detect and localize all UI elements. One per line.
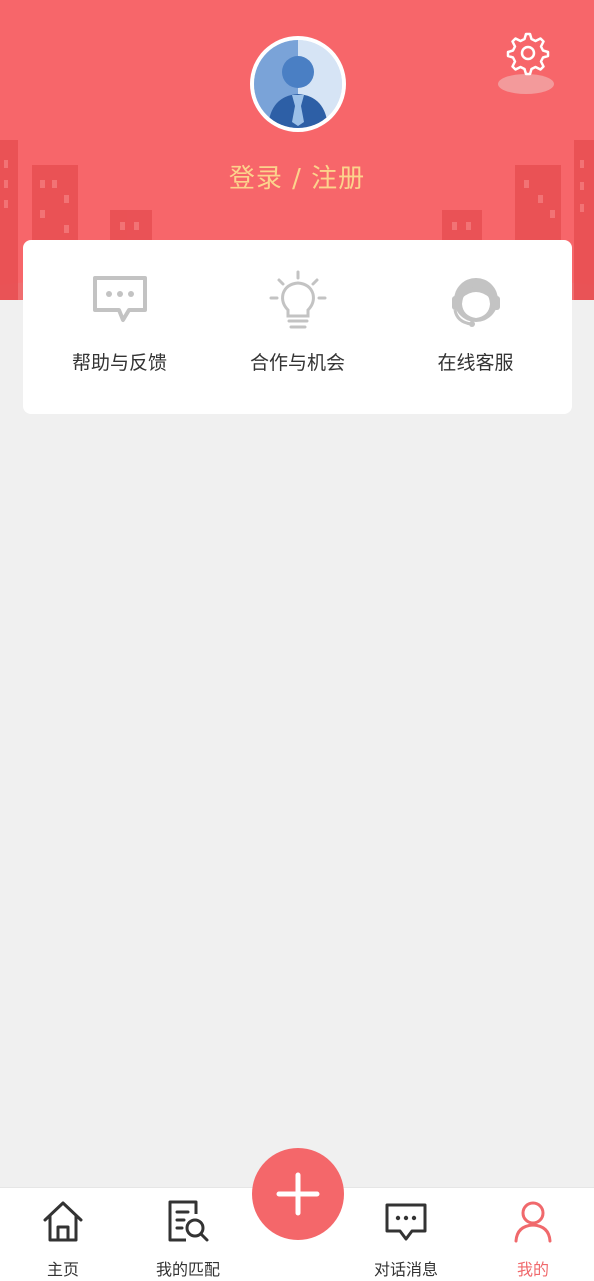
cooperation-item[interactable]: 合作与机会: [206, 240, 389, 414]
login-register-link[interactable]: 登录 / 注册: [0, 158, 594, 195]
tab-mine[interactable]: 我的: [478, 1188, 588, 1281]
cooperation-label: 合作与机会: [249, 352, 345, 374]
service-card: 帮助与反馈 合作与机会 在线客服: [23, 240, 572, 414]
avatar[interactable]: [250, 36, 346, 132]
headset-icon: [452, 278, 500, 327]
tab-messages-label: 对话消息: [373, 1260, 438, 1279]
settings-button[interactable]: [496, 28, 560, 96]
tab-home[interactable]: 主页: [8, 1188, 118, 1281]
user-avatar-icon: [254, 40, 342, 128]
tab-my-matches[interactable]: 我的匹配: [133, 1188, 243, 1281]
tab-my-matches-label: 我的匹配: [155, 1260, 220, 1279]
help-feedback-label: 帮助与反馈: [71, 352, 167, 374]
document-search-icon: [168, 1200, 209, 1242]
add-button[interactable]: [252, 1148, 344, 1240]
tab-messages[interactable]: 对话消息: [351, 1188, 461, 1281]
message-icon: [385, 1203, 427, 1241]
home-icon: [43, 1201, 83, 1242]
customer-service-item[interactable]: 在线客服: [384, 240, 567, 414]
help-feedback-item[interactable]: 帮助与反馈: [28, 240, 211, 414]
tab-mine-label: 我的: [516, 1260, 549, 1279]
chat-bubble-icon: [93, 276, 147, 322]
tab-home-label: 主页: [46, 1260, 79, 1279]
user-icon: [514, 1201, 552, 1243]
customer-service-label: 在线客服: [437, 352, 514, 374]
plus-icon: [276, 1172, 320, 1216]
gear-icon: [498, 32, 554, 94]
lightbulb-icon: [269, 270, 327, 329]
